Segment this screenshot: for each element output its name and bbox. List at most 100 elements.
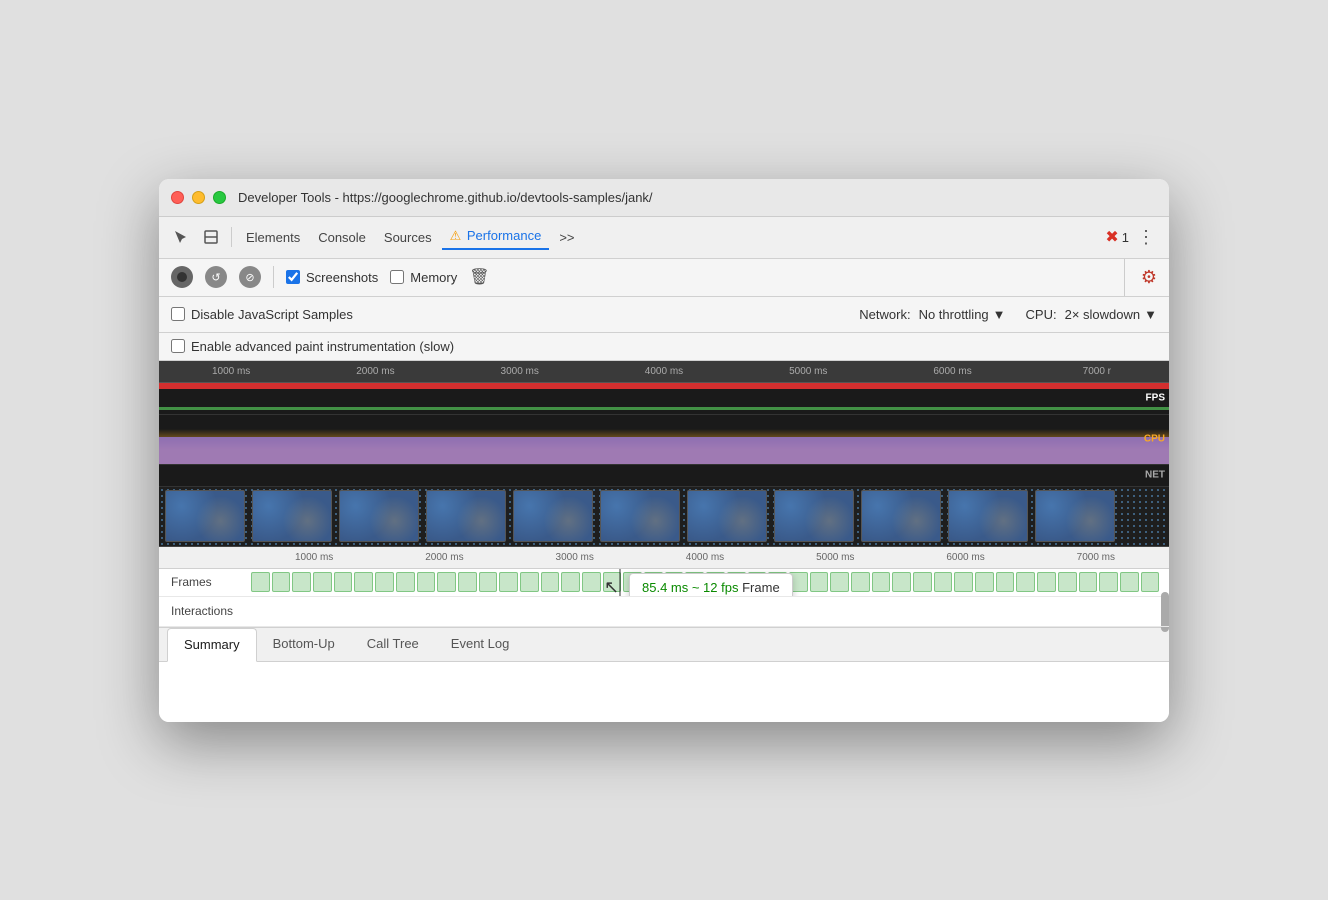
frame-block[interactable] [1037, 572, 1056, 592]
frame-block[interactable] [437, 572, 456, 592]
toolbar-separator [231, 227, 232, 247]
clear-button[interactable]: ⊘ [239, 266, 261, 288]
tab-bottom-up[interactable]: Bottom-Up [257, 628, 351, 661]
frame-block[interactable] [541, 572, 560, 592]
screenshots-checkbox[interactable] [286, 270, 300, 284]
frame-block[interactable] [396, 572, 415, 592]
tab-call-tree[interactable]: Call Tree [351, 628, 435, 661]
settings-gear-button[interactable]: ⚙ [1141, 267, 1157, 288]
cpu-dropdown[interactable]: 2× slowdown ▼ [1065, 307, 1157, 322]
frame-block[interactable] [1099, 572, 1118, 592]
window-title: Developer Tools - https://googlechrome.g… [238, 190, 653, 205]
traffic-lights [171, 191, 226, 204]
frame-block[interactable] [375, 572, 394, 592]
fps-green-line [159, 407, 1169, 410]
frame-block[interactable] [872, 572, 891, 592]
dock-icon[interactable] [197, 223, 225, 251]
memory-checkbox[interactable] [390, 270, 404, 284]
cpu-track[interactable]: CPU [159, 415, 1169, 465]
tab-elements[interactable]: Elements [238, 226, 308, 249]
network-dropdown[interactable]: No throttling ▼ [919, 307, 1006, 322]
screenshot-thumb[interactable] [426, 490, 506, 542]
screenshots-checkbox-label[interactable]: Screenshots [286, 270, 378, 285]
screenshot-thumb[interactable] [339, 490, 419, 542]
frame-block[interactable] [975, 572, 994, 592]
interactions-label: Interactions [159, 604, 249, 618]
frames-track-row[interactable]: Frames [159, 569, 1169, 597]
screenshot-thumb[interactable] [774, 490, 854, 542]
interactions-content[interactable] [249, 597, 1161, 626]
frame-block[interactable] [1016, 572, 1035, 592]
screenshot-thumb[interactable] [513, 490, 593, 542]
frame-block[interactable] [334, 572, 353, 592]
frame-block[interactable] [354, 572, 373, 592]
tab-sources[interactable]: Sources [376, 226, 440, 249]
frame-block[interactable] [520, 572, 539, 592]
frame-block[interactable] [954, 572, 973, 592]
disable-js-label[interactable]: Disable JavaScript Samples [171, 307, 353, 322]
frame-block[interactable] [810, 572, 829, 592]
ruler-mark-b4: 4000 ms [640, 552, 770, 563]
frame-block[interactable] [1120, 572, 1139, 592]
disable-js-checkbox[interactable] [171, 307, 185, 321]
frame-block[interactable] [1058, 572, 1077, 592]
record-button[interactable] [171, 266, 193, 288]
frame-block[interactable] [582, 572, 601, 592]
maximize-button[interactable] [213, 191, 226, 204]
detail-panel: 1000 ms 2000 ms 3000 ms 4000 ms 5000 ms … [159, 547, 1169, 628]
minimize-button[interactable] [192, 191, 205, 204]
frame-block[interactable] [1141, 572, 1160, 592]
paint-checkbox[interactable] [171, 339, 185, 353]
fps-red-bar [159, 383, 1169, 389]
timeline-cursor [619, 569, 621, 596]
tab-more[interactable]: >> [551, 226, 582, 249]
frame-block[interactable] [251, 572, 270, 592]
screenshots-track[interactable] [159, 487, 1169, 547]
frame-block[interactable] [479, 572, 498, 592]
ruler-mark-b3: 3000 ms [510, 552, 640, 563]
tab-toolbar: Elements Console Sources ⚠ Performance >… [159, 217, 1169, 259]
frame-block[interactable] [313, 572, 332, 592]
screenshot-thumb[interactable] [600, 490, 680, 542]
frame-block[interactable] [892, 572, 911, 592]
frame-block[interactable] [292, 572, 311, 592]
ruler-mark-6: 6000 ms [880, 366, 1024, 377]
frame-block[interactable] [996, 572, 1015, 592]
tooltip-fps-text: 85.4 ms ~ 12 fps [642, 580, 738, 595]
frame-block[interactable] [561, 572, 580, 592]
ruler-mark-7: 7000 r [1025, 366, 1169, 377]
fps-track[interactable]: FPS [159, 383, 1169, 415]
screenshot-thumb[interactable] [861, 490, 941, 542]
frame-block[interactable] [851, 572, 870, 592]
frame-block[interactable] [830, 572, 849, 592]
frame-block[interactable] [272, 572, 291, 592]
cursor-tool-icon[interactable] [167, 223, 195, 251]
tab-event-log[interactable]: Event Log [435, 628, 526, 661]
frame-block[interactable] [934, 572, 953, 592]
frames-content[interactable]: ↖ 85.4 ms ~ 12 fps Frame [249, 569, 1161, 596]
paint-label[interactable]: Enable advanced paint instrumentation (s… [171, 339, 454, 354]
timeline-overview[interactable]: 1000 ms 2000 ms 3000 ms 4000 ms 5000 ms … [159, 361, 1169, 547]
trash-button[interactable]: 🗑 [469, 267, 489, 287]
screenshot-thumb[interactable] [165, 490, 245, 542]
frame-block[interactable] [458, 572, 477, 592]
screenshot-thumb[interactable] [687, 490, 767, 542]
frame-block[interactable] [1079, 572, 1098, 592]
error-badge-button[interactable]: ✖ 1 [1105, 227, 1129, 247]
bottom-tab-bar: Summary Bottom-Up Call Tree Event Log [159, 628, 1169, 662]
tab-summary[interactable]: Summary [167, 628, 257, 662]
memory-checkbox-label[interactable]: Memory [390, 270, 457, 285]
screenshot-thumb[interactable] [948, 490, 1028, 542]
refresh-record-button[interactable]: ↺ [205, 266, 227, 288]
screenshot-thumb[interactable] [1035, 490, 1115, 542]
frame-block[interactable] [417, 572, 436, 592]
close-button[interactable] [171, 191, 184, 204]
screenshot-thumb[interactable] [252, 490, 332, 542]
frame-block[interactable] [499, 572, 518, 592]
tab-console[interactable]: Console [310, 226, 374, 249]
interactions-track-row[interactable]: Interactions [159, 597, 1169, 627]
tab-performance[interactable]: ⚠ Performance [442, 224, 550, 250]
more-options-button[interactable]: ⋮ [1131, 227, 1161, 248]
frame-block[interactable] [913, 572, 932, 592]
net-track[interactable]: NET [159, 465, 1169, 487]
